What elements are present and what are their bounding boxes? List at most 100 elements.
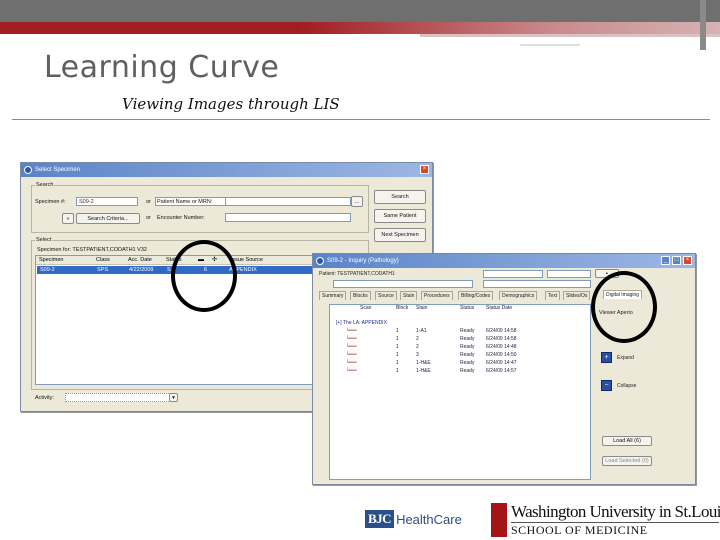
highlight-circle-image-column	[171, 240, 237, 312]
header-gray-bar	[0, 0, 720, 22]
patient-banner: Patient: TESTPATIENT,CODATH1	[319, 271, 395, 277]
image-tree[interactable]: Scan Block Stain Status Status Date [+] …	[329, 304, 591, 480]
row-block: 1	[396, 368, 399, 374]
row-block: 1	[396, 336, 399, 342]
tab-text[interactable]: Text	[545, 291, 561, 300]
row-date: 6/24/09 14:50	[486, 352, 517, 358]
tab-summary[interactable]: Summary	[319, 291, 347, 300]
row-stain: 2	[416, 344, 419, 350]
load-selected-button[interactable]: Load Selected (0)	[602, 456, 652, 466]
row-status: Ready	[460, 368, 475, 374]
scan-thumb-icon: ╘══	[346, 368, 357, 374]
expand-icon[interactable]: +	[601, 352, 612, 363]
criteria-toggle-button[interactable]: «	[62, 213, 74, 224]
bjc-mark: BJC	[365, 510, 395, 528]
row-status: Ready	[460, 360, 475, 366]
washu-name: Washington University in St.Louis	[511, 502, 720, 521]
tab-source[interactable]: Source	[375, 291, 397, 300]
encounter-input[interactable]	[225, 213, 351, 222]
scan-thumb-icon: ╘══	[346, 336, 357, 342]
tree-row[interactable]: ╘══ 1 3 Ready 6/24/09 14:50	[330, 352, 590, 360]
specimen-input[interactable]: S09-2	[76, 197, 138, 206]
patient-label: Patient Name or MRN:	[157, 199, 213, 205]
tree-root-item[interactable]: [+] The LA: APPENDIX	[336, 320, 387, 327]
row-block: 1	[396, 352, 399, 358]
next-specimen-button[interactable]: Next Specimen	[374, 228, 426, 242]
tab-blocks[interactable]: Blocks	[350, 291, 371, 300]
tree-row[interactable]: ╘══ 1 2 Ready 6/24/09 14:48	[330, 344, 590, 352]
same-patient-button[interactable]: Same Patient	[374, 209, 426, 223]
search-button[interactable]: Search	[374, 190, 426, 204]
tree-row[interactable]: ╘══ 1 1-H&E Ready 6/24/09 14:47	[330, 360, 590, 368]
col-specimen[interactable]: Specimen	[39, 256, 63, 264]
tree-header: Scan Block Stain Status Status Date	[330, 305, 590, 313]
select-group-label: Select	[35, 237, 53, 243]
patient-info-field-3	[333, 280, 473, 288]
row-stain: 3	[416, 352, 419, 358]
window-app-icon	[24, 166, 32, 174]
bjc-text: HealthCare	[396, 511, 462, 527]
col-block: Block	[396, 305, 409, 311]
washu-shield-icon	[491, 503, 507, 537]
col-scan: Scan	[360, 305, 372, 311]
row-date: 6/24/09 14:47	[486, 360, 517, 366]
scan-thumb-icon: ╘══	[346, 352, 357, 358]
inquiry-titlebar: S09-2 - Inquiry (Pathology) _ □ ×	[313, 254, 695, 268]
search-group	[31, 185, 369, 233]
header-accent-vertical	[700, 0, 706, 50]
tab-slides[interactable]: Slides/Os	[563, 291, 591, 300]
collapse-button[interactable]: Collapse	[617, 383, 636, 389]
scan-thumb-icon: ╘══	[346, 344, 357, 350]
inquiry-tab-bar: Summary Blocks Source Stain Procedures B…	[319, 291, 609, 301]
patient-value-input[interactable]	[225, 197, 351, 206]
row-date: 4/22/2009	[129, 267, 154, 273]
specimen-label: Specimen #:	[35, 199, 66, 205]
patient-info-field-1	[483, 270, 543, 278]
washu-logo: Washington University in St.Louis SCHOOL…	[491, 502, 720, 540]
encounter-label: Encounter Number:	[157, 215, 205, 221]
row-status: Ready	[460, 344, 475, 350]
header-red-gradient	[300, 22, 720, 34]
row-class: SPS	[97, 267, 109, 273]
row-date: 6/24/09 14:58	[486, 328, 517, 334]
tab-billing[interactable]: Billing/Codes	[458, 291, 494, 300]
close-icon[interactable]: ×	[420, 165, 429, 174]
row-date: 6/24/09 14:58	[486, 336, 517, 342]
tab-demographics[interactable]: Demographics	[499, 291, 538, 300]
activity-label: Activity:	[35, 395, 54, 401]
col-class[interactable]: Class	[96, 256, 110, 264]
load-all-button[interactable]: Load All (6)	[602, 436, 652, 446]
expand-button[interactable]: Expand	[617, 355, 634, 361]
maximize-icon[interactable]: □	[672, 256, 681, 265]
activity-select[interactable]	[65, 393, 171, 402]
collapse-icon[interactable]: −	[601, 380, 612, 391]
scan-thumb-icon: ╘══	[346, 328, 357, 334]
scan-thumb-icon: ╘══	[346, 360, 357, 366]
row-stain: 1-A1	[416, 328, 427, 334]
row-date: 6/24/09 14:57	[486, 368, 517, 374]
select-specimen-titlebar: Select Specimen ×	[21, 163, 432, 177]
tree-row[interactable]: ╘══ 1 2 Ready 6/24/09 14:58	[330, 336, 590, 344]
row-status: Ready	[460, 352, 475, 358]
col-stain: Stain	[416, 305, 428, 311]
window-app-icon	[316, 257, 324, 265]
washu-school: SCHOOL OF MEDICINE	[511, 523, 648, 537]
col-acc-date[interactable]: Acc. Date	[128, 256, 152, 264]
bjc-healthcare-logo: BJC HealthCare	[365, 509, 483, 529]
row-block: 1	[396, 344, 399, 350]
row-stain: 1-H&E	[416, 368, 431, 374]
patient-info-field-2	[547, 270, 591, 278]
tree-row[interactable]: ╘══ 1 1-A1 Ready 6/24/09 14:58	[330, 328, 590, 336]
search-criteria-button[interactable]: Search Criteria...	[76, 213, 140, 224]
activity-dropdown-button[interactable]: ▾	[169, 393, 178, 402]
row-stain: 1-H&E	[416, 360, 431, 366]
patient-lookup-button[interactable]: …	[351, 196, 363, 207]
minimize-icon[interactable]: _	[661, 256, 670, 265]
tab-stain[interactable]: Stain	[400, 291, 418, 300]
tab-procedures[interactable]: Procedures	[421, 291, 453, 300]
row-stain: 2	[416, 336, 419, 342]
tree-row[interactable]: ╘══ 1 1-H&E Ready 6/24/09 14:57	[330, 368, 590, 376]
slide-subtitle: Viewing Images through LIS	[122, 95, 340, 113]
close-icon[interactable]: ×	[683, 256, 692, 265]
header-accent-dash	[520, 44, 580, 46]
